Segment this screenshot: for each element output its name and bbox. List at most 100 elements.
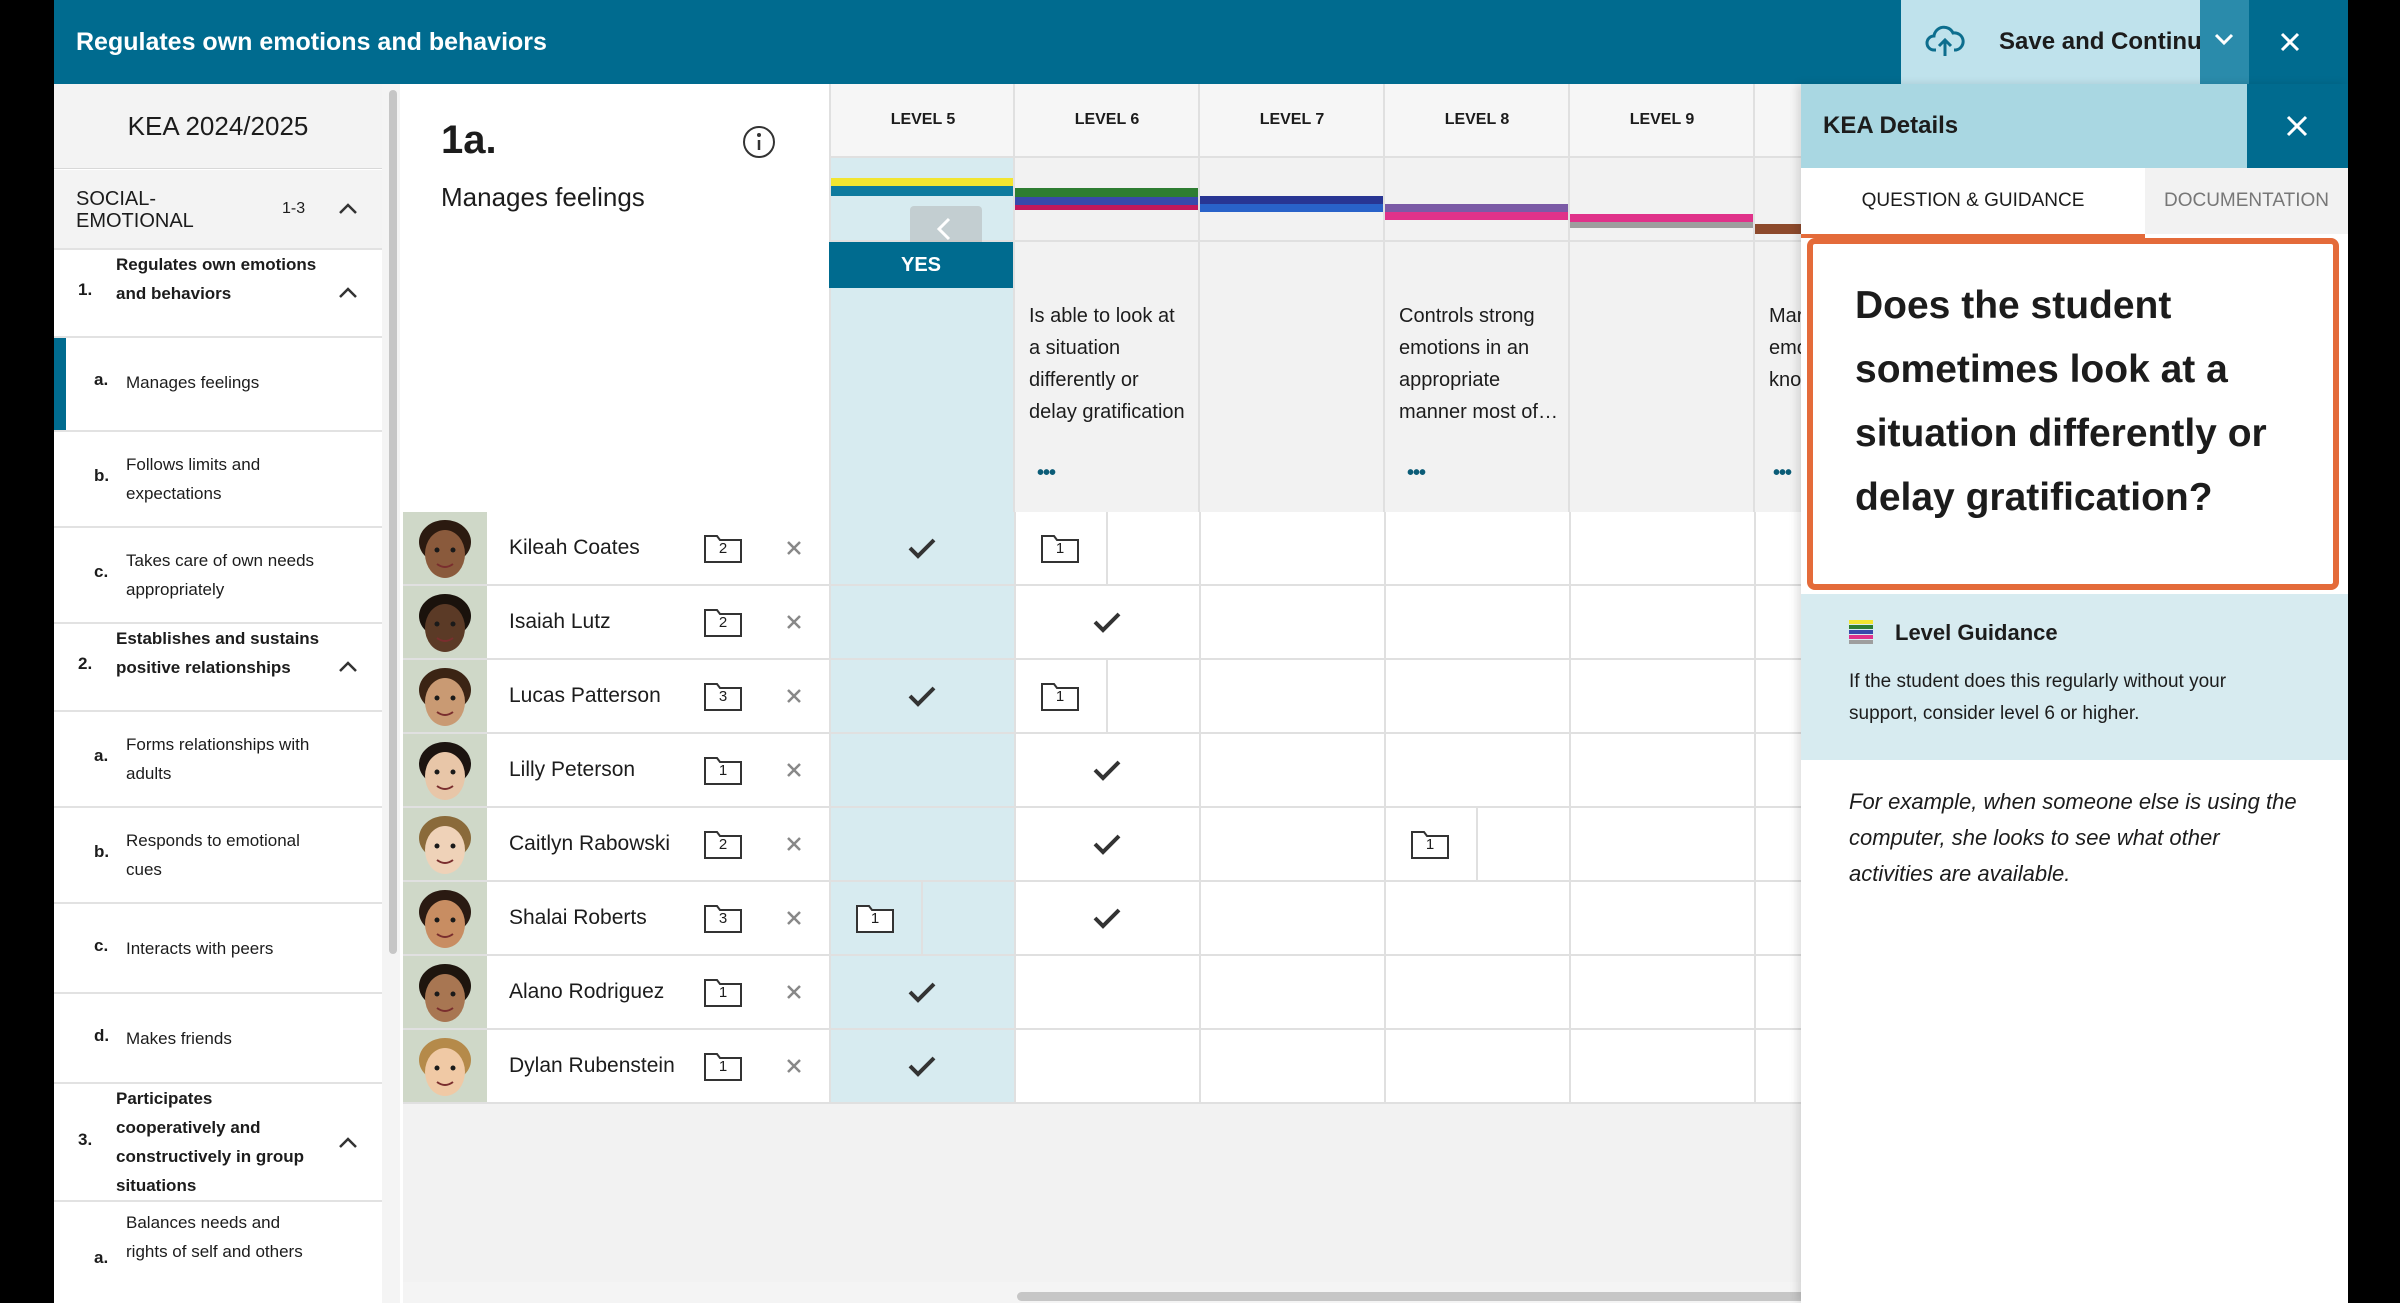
- rating-cell[interactable]: [829, 586, 1015, 658]
- rating-cell[interactable]: [1569, 956, 1755, 1028]
- rating-cell[interactable]: [1199, 512, 1385, 584]
- clear-rating-icon[interactable]: [785, 835, 803, 853]
- documentation-folder-button[interactable]: 3: [703, 902, 743, 934]
- evidence-folder-button[interactable]: 1: [1410, 828, 1450, 860]
- rating-cell[interactable]: [1014, 734, 1200, 806]
- documentation-folder-button[interactable]: 2: [703, 828, 743, 860]
- documentation-folder-button[interactable]: 2: [703, 606, 743, 638]
- rating-cell[interactable]: [829, 956, 1015, 1028]
- rating-cell[interactable]: [1199, 1030, 1385, 1102]
- more-button[interactable]: •••: [1407, 462, 1426, 485]
- title-bar: Regulates own emotions and behaviors Sav…: [54, 0, 2348, 84]
- example-text: For example, when someone else is using …: [1849, 789, 2297, 886]
- rating-cell[interactable]: [1014, 586, 1200, 658]
- rating-cell[interactable]: [1014, 808, 1200, 880]
- rating-cell[interactable]: [1569, 808, 1755, 880]
- more-button[interactable]: •••: [1037, 462, 1056, 485]
- save-options-dropdown[interactable]: [2200, 0, 2249, 84]
- rating-cell[interactable]: [1199, 808, 1385, 880]
- close-icon[interactable]: [2270, 22, 2310, 62]
- rating-cell[interactable]: [1014, 882, 1200, 954]
- save-and-continue-button[interactable]: Save and Continue: [1901, 0, 2249, 84]
- rating-cell[interactable]: [1199, 956, 1385, 1028]
- rating-cell[interactable]: 1: [1384, 808, 1570, 880]
- rating-cell[interactable]: [1384, 586, 1570, 658]
- rating-cell[interactable]: [1569, 586, 1755, 658]
- level-stripes-icon: [1849, 620, 1873, 644]
- clear-rating-icon[interactable]: [785, 539, 803, 557]
- sidebar-item-follows-limits[interactable]: b. Follows limits and expectations: [54, 432, 382, 528]
- rating-cell[interactable]: [829, 734, 1015, 806]
- sidebar-item-interacts-peers[interactable]: c. Interacts with peers: [54, 904, 382, 994]
- rating-cell[interactable]: [1199, 734, 1385, 806]
- rating-cell[interactable]: [1384, 956, 1570, 1028]
- clear-rating-icon[interactable]: [785, 613, 803, 631]
- clear-rating-icon[interactable]: [785, 1057, 803, 1075]
- rating-cell[interactable]: [829, 660, 1015, 732]
- rating-cell[interactable]: [1014, 1030, 1200, 1102]
- documentation-folder-button[interactable]: 1: [703, 976, 743, 1008]
- rating-cell[interactable]: [829, 1030, 1015, 1102]
- rating-cell[interactable]: [1384, 660, 1570, 732]
- rating-cell[interactable]: 1: [829, 882, 1015, 954]
- student-name: Lilly Peterson: [509, 758, 636, 781]
- rating-cell[interactable]: [1569, 734, 1755, 806]
- document-count: 3: [718, 688, 728, 705]
- sidebar-item-makes-friends[interactable]: d. Makes friends: [54, 994, 382, 1084]
- grid-scrollbar-thumb[interactable]: [1017, 1292, 1807, 1301]
- rating-cell[interactable]: [1014, 956, 1200, 1028]
- panel-close-button[interactable]: [2247, 84, 2348, 168]
- level-6-column[interactable]: LEVEL 6 Is able to look at a situation d…: [1013, 84, 1199, 512]
- evidence-folder-button[interactable]: 1: [855, 902, 895, 934]
- info-icon[interactable]: [741, 124, 777, 160]
- sidebar-scrollbar-thumb[interactable]: [389, 90, 397, 954]
- clear-rating-icon[interactable]: [785, 687, 803, 705]
- domain-header[interactable]: SOCIAL-EMOTIONAL 1-3: [54, 170, 382, 250]
- sidebar-item-balances-needs[interactable]: a. Balances needs and rights of self and…: [54, 1202, 382, 1303]
- rating-cell[interactable]: [1199, 882, 1385, 954]
- rating-cell[interactable]: [829, 808, 1015, 880]
- evidence-folder-button[interactable]: 1: [1040, 532, 1080, 564]
- documentation-folder-button[interactable]: 3: [703, 680, 743, 712]
- evidence-folder-button[interactable]: 1: [1040, 680, 1080, 712]
- documentation-folder-button[interactable]: 2: [703, 532, 743, 564]
- clear-rating-icon[interactable]: [785, 909, 803, 927]
- rating-cell[interactable]: [1384, 882, 1570, 954]
- rating-cell[interactable]: [1384, 734, 1570, 806]
- rating-cell[interactable]: [1384, 1030, 1570, 1102]
- rating-cell[interactable]: [1199, 586, 1385, 658]
- check-icon: [1093, 908, 1121, 929]
- more-button[interactable]: •••: [1773, 462, 1792, 485]
- document-count: 2: [718, 614, 728, 631]
- sidebar-goal-2[interactable]: 2. Establishes and sustains positive rel…: [54, 624, 382, 712]
- documentation-folder-button[interactable]: 1: [703, 1050, 743, 1082]
- rating-cell[interactable]: [829, 512, 1015, 584]
- guiding-question-card: Does the student sometimes look at a sit…: [1807, 238, 2339, 590]
- clear-rating-icon[interactable]: [785, 761, 803, 779]
- sidebar-item-forms-relationships[interactable]: a. Forms relationships with adults: [54, 712, 382, 808]
- sidebar-item-manages-feelings[interactable]: a. Manages feelings: [54, 338, 382, 432]
- rating-cell[interactable]: [1199, 660, 1385, 732]
- rating-cell[interactable]: [1569, 512, 1755, 584]
- sidebar-item-emotional-cues[interactable]: b. Responds to emotional cues: [54, 808, 382, 904]
- item-number: b.: [94, 466, 110, 485]
- sidebar-item-takes-care[interactable]: c. Takes care of own needs appropriately: [54, 528, 382, 624]
- sidebar-goal-3[interactable]: 3. Participates cooperatively and constr…: [54, 1084, 382, 1202]
- rating-cell[interactable]: [1384, 512, 1570, 584]
- sidebar-goal-1[interactable]: 1. Regulates own emotions and behaviors: [54, 250, 382, 338]
- level-5-column[interactable]: LEVEL 5: [829, 84, 1015, 512]
- rating-cell[interactable]: [1569, 660, 1755, 732]
- clear-rating-icon[interactable]: [785, 983, 803, 1001]
- level-7-column[interactable]: LEVEL 7: [1198, 84, 1384, 512]
- rating-cell[interactable]: 1: [1014, 660, 1200, 732]
- tab-question-guidance[interactable]: QUESTION & GUIDANCE: [1801, 168, 2145, 238]
- level-8-column[interactable]: LEVEL 8 Controls strong emotions in an a…: [1383, 84, 1569, 512]
- rating-cell[interactable]: [1569, 882, 1755, 954]
- level-9-column[interactable]: LEVEL 9: [1568, 84, 1754, 512]
- table-row: Kileah Coates 2 1: [403, 512, 1807, 586]
- documentation-folder-button[interactable]: 1: [703, 754, 743, 786]
- rating-cell[interactable]: 1: [1014, 512, 1200, 584]
- rating-cell[interactable]: [1569, 1030, 1755, 1102]
- tab-documentation[interactable]: DOCUMENTATION: [2145, 168, 2348, 234]
- table-row: Dylan Rubenstein 1: [403, 1030, 1807, 1104]
